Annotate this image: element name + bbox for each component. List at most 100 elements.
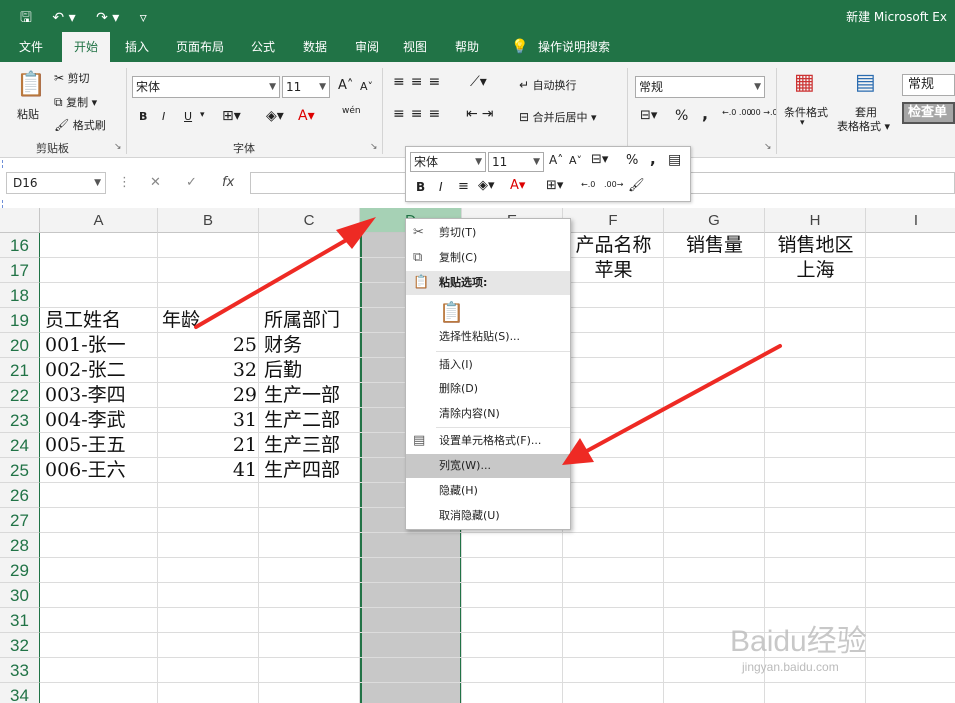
cell-a24[interactable]: 005-王五 — [45, 433, 126, 458]
format-as-table-icon[interactable]: ▤ — [855, 70, 876, 95]
row-header-32[interactable]: 32 — [0, 633, 40, 658]
cut-button[interactable]: ✂ 剪切 — [54, 70, 90, 86]
chevron-down-icon[interactable]: ▾ — [800, 118, 805, 128]
cell-a21[interactable]: 002-张二 — [45, 358, 126, 383]
cell-c19[interactable]: 所属部门 — [264, 308, 340, 333]
merge-center-button[interactable]: ⊟ 合并后居中 ▾ — [519, 109, 597, 125]
menu-item-insert[interactable]: 插入(I) — [406, 353, 570, 377]
font-size-combo[interactable]: 11 ▼ — [282, 76, 330, 98]
mini-shrink-font-icon[interactable]: A˅ — [569, 154, 582, 167]
mini-currency-icon[interactable]: ⊟▾ — [591, 152, 608, 167]
name-box[interactable]: D16 ▼ — [6, 172, 106, 194]
cell-a23[interactable]: 004-李武 — [45, 408, 126, 433]
row-header-30[interactable]: 30 — [0, 583, 40, 608]
mini-increase-decimal-icon[interactable]: ←.0 — [581, 180, 595, 189]
mini-percent-button[interactable]: % — [626, 153, 638, 168]
mini-font-size-combo[interactable]: 11 ▼ — [488, 152, 544, 172]
cell-b24[interactable]: 21 — [160, 433, 257, 458]
orientation-icon[interactable]: ⟋▾ — [470, 74, 487, 90]
menu-item-copy[interactable]: ⧉ 复制(C) — [406, 246, 570, 270]
paste-option-paste-button[interactable]: 📋 — [406, 297, 570, 327]
row-header-19[interactable]: 19 — [0, 308, 40, 333]
cell-c21[interactable]: 后勤 — [264, 358, 302, 383]
font-name-combo[interactable]: 宋体 ▼ — [132, 76, 280, 98]
mini-font-color-icon[interactable]: A▾ — [510, 178, 525, 193]
mini-format-painter-icon[interactable]: 🖌 — [628, 178, 645, 193]
menu-item-hide[interactable]: 隐藏(H) — [406, 479, 570, 503]
italic-button[interactable]: I — [162, 110, 165, 123]
cell-a22[interactable]: 003-李四 — [45, 383, 126, 408]
border-icon[interactable]: ⊞▾ — [222, 108, 241, 124]
row-header-18[interactable]: 18 — [0, 283, 40, 308]
row-header-17[interactable]: 17 — [0, 258, 40, 283]
paste-icon[interactable]: 📋 — [16, 70, 46, 98]
redo-icon[interactable]: ↷ ▾ — [96, 10, 119, 26]
cell-a20[interactable]: 001-张一 — [45, 333, 126, 358]
mini-grow-font-icon[interactable]: A˄ — [549, 153, 563, 167]
mini-border-icon[interactable]: ⊞▾ — [546, 178, 563, 193]
tab-data[interactable]: 数据 — [294, 32, 336, 62]
conditional-format-icon[interactable]: ▦ — [794, 70, 815, 95]
cell-b25[interactable]: 41 — [160, 458, 257, 483]
menu-item-paste-special[interactable]: 选择性粘贴(S)... — [406, 325, 570, 349]
row-header-24[interactable]: 24 — [0, 433, 40, 458]
cell-h16[interactable]: 销售地区 — [765, 233, 866, 258]
chevron-down-icon[interactable]: ▾ — [200, 110, 205, 120]
clipboard-launcher-icon[interactable]: ↘ — [114, 142, 122, 152]
column-header-g[interactable]: G — [664, 208, 765, 233]
cell-b20[interactable]: 25 — [160, 333, 257, 358]
menu-item-column-width[interactable]: 列宽(W)... — [406, 454, 570, 478]
cell-a25[interactable]: 006-王六 — [45, 458, 126, 483]
select-all-corner[interactable] — [0, 208, 40, 233]
row-header-28[interactable]: 28 — [0, 533, 40, 558]
tab-page-layout[interactable]: 页面布局 — [168, 32, 232, 62]
tab-tell-me[interactable]: 操作说明搜索 — [532, 32, 616, 62]
font-color-icon[interactable]: A▾ — [298, 108, 315, 124]
underline-button[interactable]: U — [184, 110, 192, 123]
tab-insert[interactable]: 插入 — [116, 32, 158, 62]
conditional-format-button[interactable]: 条件格式 — [784, 104, 828, 120]
cell-g16[interactable]: 销售量 — [664, 233, 765, 258]
mini-comma-button[interactable]: , — [650, 150, 656, 168]
vertical-align-icons[interactable]: ≡≡≡ — [393, 74, 446, 90]
mini-fill-color-icon[interactable]: ◈▾ — [478, 178, 495, 193]
cell-c23[interactable]: 生产二部 — [264, 408, 340, 433]
cell-h17[interactable]: 上海 — [765, 258, 866, 283]
row-header-25[interactable]: 25 — [0, 458, 40, 483]
column-header-i[interactable]: I — [866, 208, 955, 233]
cell-c20[interactable]: 财务 — [264, 333, 302, 358]
format-as-table-button[interactable]: 表格格式 ▾ — [837, 118, 890, 134]
mini-font-name-combo[interactable]: 宋体 ▼ — [410, 152, 486, 172]
cell-c24[interactable]: 生产三部 — [264, 433, 340, 458]
row-header-21[interactable]: 21 — [0, 358, 40, 383]
tab-view[interactable]: 视图 — [394, 32, 436, 62]
mini-italic-button[interactable]: I — [439, 180, 443, 194]
horizontal-align-icons[interactable]: ≡≡≡ — [393, 106, 446, 122]
column-header-b[interactable]: B — [158, 208, 259, 233]
save-icon[interactable]: 🖫 — [20, 7, 32, 31]
enter-icon[interactable]: ✓ — [186, 175, 197, 190]
cell-b23[interactable]: 31 — [160, 408, 257, 433]
indent-icons[interactable]: ⇤⇥ — [466, 106, 497, 122]
cell-style-normal[interactable]: 常规 — [902, 74, 955, 96]
copy-button[interactable]: ⧉ 复制 ▾ — [54, 94, 97, 110]
cell-style-check[interactable]: 检查单 — [902, 102, 955, 124]
row-header-22[interactable]: 22 — [0, 383, 40, 408]
column-header-f[interactable]: F — [563, 208, 664, 233]
cell-c25[interactable]: 生产四部 — [264, 458, 340, 483]
row-header-16[interactable]: 16 — [0, 233, 40, 258]
currency-icon[interactable]: ⊟▾ — [640, 108, 657, 123]
row-header-29[interactable]: 29 — [0, 558, 40, 583]
tab-home[interactable]: 开始 — [62, 32, 110, 62]
tab-file[interactable]: 文件 — [8, 32, 54, 62]
row-header-26[interactable]: 26 — [0, 483, 40, 508]
menu-item-clear-contents[interactable]: 清除内容(N) — [406, 402, 570, 426]
cell-b22[interactable]: 29 — [160, 383, 257, 408]
decrease-decimal-button[interactable]: .00 →.0 — [748, 108, 778, 117]
mini-table-icon[interactable]: ▤ — [668, 152, 681, 168]
grow-font-button[interactable]: A˄ — [338, 78, 353, 93]
cell-c22[interactable]: 生产一部 — [264, 383, 340, 408]
row-header-27[interactable]: 27 — [0, 508, 40, 533]
font-launcher-icon[interactable]: ↘ — [370, 142, 378, 152]
insert-function-button[interactable]: fx — [222, 175, 234, 190]
